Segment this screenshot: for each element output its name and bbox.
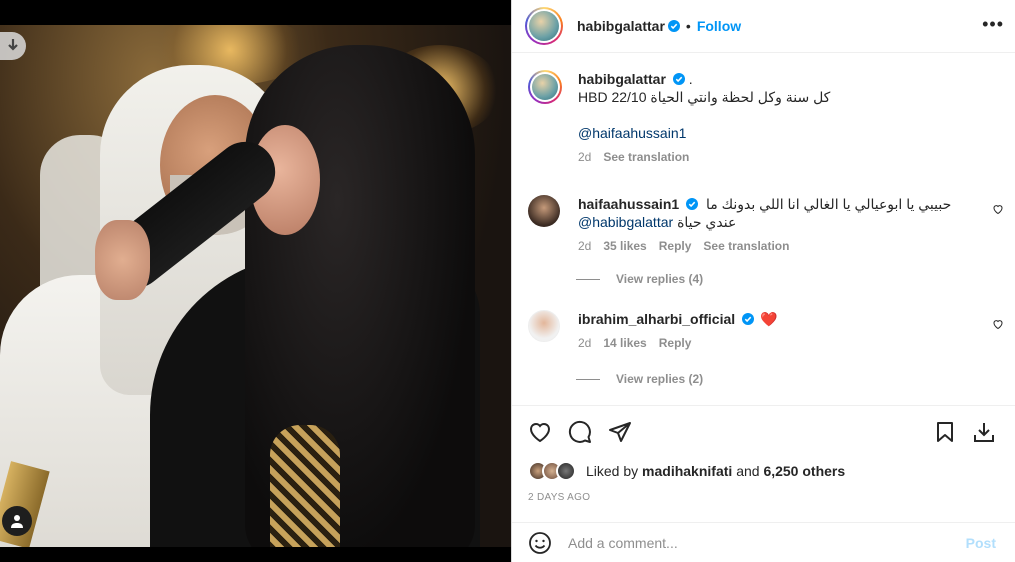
caption-mention[interactable]: @haifaahussain1: [578, 125, 686, 141]
verified-icon: [672, 73, 685, 85]
liker-avatars[interactable]: [528, 461, 584, 481]
view-replies-label: View replies (4): [616, 272, 704, 286]
comment-time: 2d: [578, 239, 592, 253]
save-icon[interactable]: [933, 420, 957, 444]
comment-likes[interactable]: 35 likes: [603, 239, 646, 253]
emoji-icon[interactable]: [528, 531, 552, 555]
see-translation-link[interactable]: See translation: [603, 150, 689, 164]
reply-button[interactable]: Reply: [659, 239, 692, 253]
comment-item: haifaahussain1 حبيبي يا ابوعيالي يا الغا…: [528, 195, 1003, 275]
verified-icon: [667, 20, 680, 32]
comment-time: 2d: [578, 336, 592, 350]
liked-by-user[interactable]: madihaknifati: [642, 463, 732, 479]
comment-likes[interactable]: 14 likes: [603, 336, 646, 350]
caption-time: 2d: [578, 150, 592, 164]
caption: habibgalattar . HBD كل سنة وكل لحظة وانت…: [528, 70, 998, 170]
avatar[interactable]: [528, 70, 562, 104]
liked-by-others[interactable]: 6,250 others: [763, 463, 845, 479]
comments-list[interactable]: habibgalattar . HBD كل سنة وكل لحظة وانت…: [512, 54, 1015, 406]
comment-username[interactable]: ibrahim_alharbi_official: [578, 311, 735, 327]
view-replies-button[interactable]: View replies (4): [576, 272, 703, 286]
caption-suffix: .: [688, 71, 693, 87]
caption-username[interactable]: habibgalattar: [578, 71, 666, 87]
download-icon[interactable]: [972, 420, 996, 444]
post-media[interactable]: [0, 0, 511, 562]
heart-icon[interactable]: [992, 203, 1004, 215]
comment-username[interactable]: haifaahussain1: [578, 196, 679, 212]
comment-mention[interactable]: @habibgalattar: [578, 214, 673, 230]
likes-summary: Liked by madihaknifati and 6,250 others: [528, 461, 845, 481]
post-header: habibgalattar • Follow •••: [512, 0, 1015, 53]
view-replies-label: View replies (2): [616, 372, 704, 386]
comment-input[interactable]: Add a comment...: [568, 535, 966, 551]
post-side-panel: habibgalattar • Follow ••• habibgalattar…: [511, 0, 1015, 562]
view-replies-button[interactable]: View replies (2): [576, 372, 703, 386]
liked-by-prefix: Liked by: [586, 463, 639, 479]
post-photo[interactable]: [0, 25, 511, 547]
heart-emoji: ❤️: [759, 311, 778, 327]
tag-icon[interactable]: [2, 506, 32, 536]
see-translation-link[interactable]: See translation: [703, 239, 789, 253]
avatar[interactable]: [528, 310, 560, 342]
comment-icon[interactable]: [568, 420, 592, 444]
verified-icon: [742, 313, 755, 325]
liked-by-and: and: [736, 463, 760, 479]
caption-text: HBD كل سنة وكل لحظة وانتي الحياة 22/10: [578, 89, 831, 105]
verified-icon: [686, 198, 699, 210]
post-username[interactable]: habibgalattar: [577, 18, 665, 34]
heart-icon[interactable]: [992, 318, 1004, 330]
separator-dot: •: [685, 18, 691, 34]
posted-time[interactable]: 2 DAYS AGO: [528, 492, 590, 503]
add-comment-bar: Add a comment... Post: [512, 522, 1015, 562]
post-comment-button[interactable]: Post: [966, 535, 996, 551]
comment-text: حبيبي يا ابوعيالي يا الغالي انا اللي بدو…: [705, 196, 952, 212]
share-icon[interactable]: [608, 420, 632, 444]
heart-icon[interactable]: [528, 420, 552, 444]
reply-button[interactable]: Reply: [659, 336, 692, 350]
more-icon[interactable]: •••: [982, 14, 1004, 35]
avatar[interactable]: [525, 7, 563, 45]
avatar[interactable]: [528, 195, 560, 227]
action-bar: [512, 405, 1015, 457]
comment-text-2: عندي حياة: [677, 214, 737, 230]
comment-item: ibrahim_alharbi_official ❤️ 2d 14 likes Re…: [528, 310, 1003, 360]
follow-button[interactable]: Follow: [697, 18, 741, 34]
